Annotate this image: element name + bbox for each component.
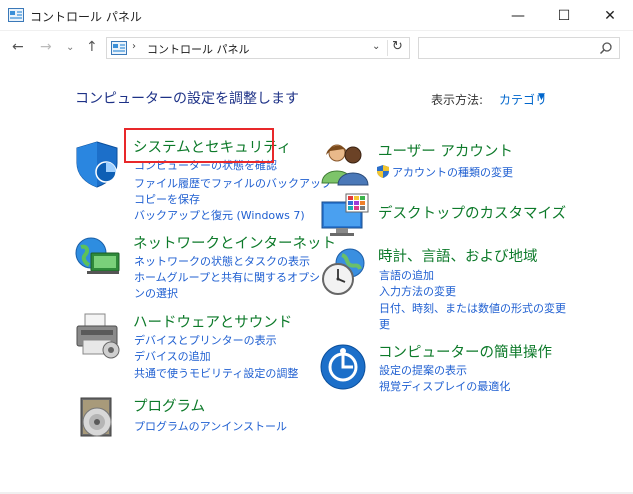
programs-title[interactable]: プログラム [133, 395, 205, 416]
programs-link-1[interactable]: プログラムのアンインストール [134, 418, 287, 434]
system-link-3[interactable]: コピーを保存 [134, 191, 200, 207]
hardware-link-1[interactable]: デバイスとプリンターの表示 [134, 332, 277, 348]
system-link-4[interactable]: バックアップと復元 (Windows 7) [134, 207, 305, 223]
hardware-link-3[interactable]: 共通で使うモビリティ設定の調整 [134, 365, 298, 381]
view-by-label: 表示方法: [431, 93, 484, 107]
highlight-box [124, 128, 274, 163]
network-link-3[interactable]: ンの選択 [134, 285, 178, 301]
title-bar: コントロール パネル — ☐ ✕ [0, 0, 633, 31]
forward-button[interactable]: → [40, 39, 52, 55]
monitor-palette-icon [321, 193, 369, 236]
ease-link-2[interactable]: 視覚ディスプレイの最適化 [379, 378, 510, 394]
network-globe-icon [75, 237, 120, 274]
hardware-link-2[interactable]: デバイスの追加 [134, 348, 211, 364]
minimize-button[interactable]: — [495, 0, 541, 31]
up-button[interactable]: ↑ [86, 39, 98, 55]
uac-shield-icon [377, 165, 389, 178]
shield-icon [76, 141, 118, 188]
breadcrumb-separator[interactable]: › [132, 41, 136, 52]
refresh-button[interactable]: ↻ [392, 39, 403, 54]
programs-disc-icon [80, 397, 112, 437]
chevron-down-icon[interactable]: ▼ [538, 92, 545, 102]
close-button[interactable]: ✕ [587, 0, 633, 31]
clock-globe-icon [322, 248, 365, 295]
navigation-bar: ← → ⌄ ↑ › コントロール パネル ⌄ ↻ [0, 31, 633, 65]
clock-link-2[interactable]: 入力方法の変更 [379, 283, 456, 299]
network-link-2[interactable]: ホームグループと共有に関するオプショ [134, 269, 331, 285]
users-link-1[interactable]: アカウントの種類の変更 [392, 164, 513, 180]
address-field[interactable]: › コントロール パネル ⌄ ↻ [106, 37, 410, 59]
ease-link-1[interactable]: 設定の提案の表示 [379, 362, 467, 378]
maximize-button[interactable]: ☐ [541, 0, 587, 31]
back-button[interactable]: ← [12, 39, 24, 55]
recent-locations-button[interactable]: ⌄ [66, 42, 74, 53]
address-dropdown-button[interactable]: ⌄ [372, 41, 380, 52]
page-title: コンピューターの設定を調整します [75, 91, 299, 107]
breadcrumb[interactable]: コントロール パネル [147, 41, 250, 57]
window-title: コントロール パネル [30, 10, 142, 24]
printer-icon [76, 313, 120, 359]
clock-link-4[interactable]: 更 [379, 316, 390, 332]
search-icon [599, 42, 612, 55]
ease-of-access-title[interactable]: コンピューターの簡単操作 [378, 341, 552, 362]
clock-region-title[interactable]: 時計、言語、および地域 [378, 245, 538, 266]
hardware-sound-title[interactable]: ハードウェアとサウンド [133, 311, 292, 332]
users-icon [321, 144, 369, 186]
search-input[interactable] [418, 37, 620, 59]
address-divider [387, 40, 388, 56]
network-internet-title[interactable]: ネットワークとインターネット [133, 232, 336, 253]
ease-of-access-icon [320, 344, 366, 390]
network-link-1[interactable]: ネットワークの状態とタスクの表示 [134, 253, 310, 269]
user-accounts-title[interactable]: ユーザー アカウント [378, 140, 513, 161]
clock-link-1[interactable]: 言語の追加 [379, 267, 434, 283]
control-panel-icon [8, 8, 24, 22]
control-panel-icon [111, 41, 127, 55]
clock-link-3[interactable]: 日付、時刻、または数値の形式の変更 [379, 300, 566, 316]
system-link-2[interactable]: ファイル履歴でファイルのバックアップ [134, 175, 332, 191]
appearance-title[interactable]: デスクトップのカスタマイズ [378, 202, 566, 223]
